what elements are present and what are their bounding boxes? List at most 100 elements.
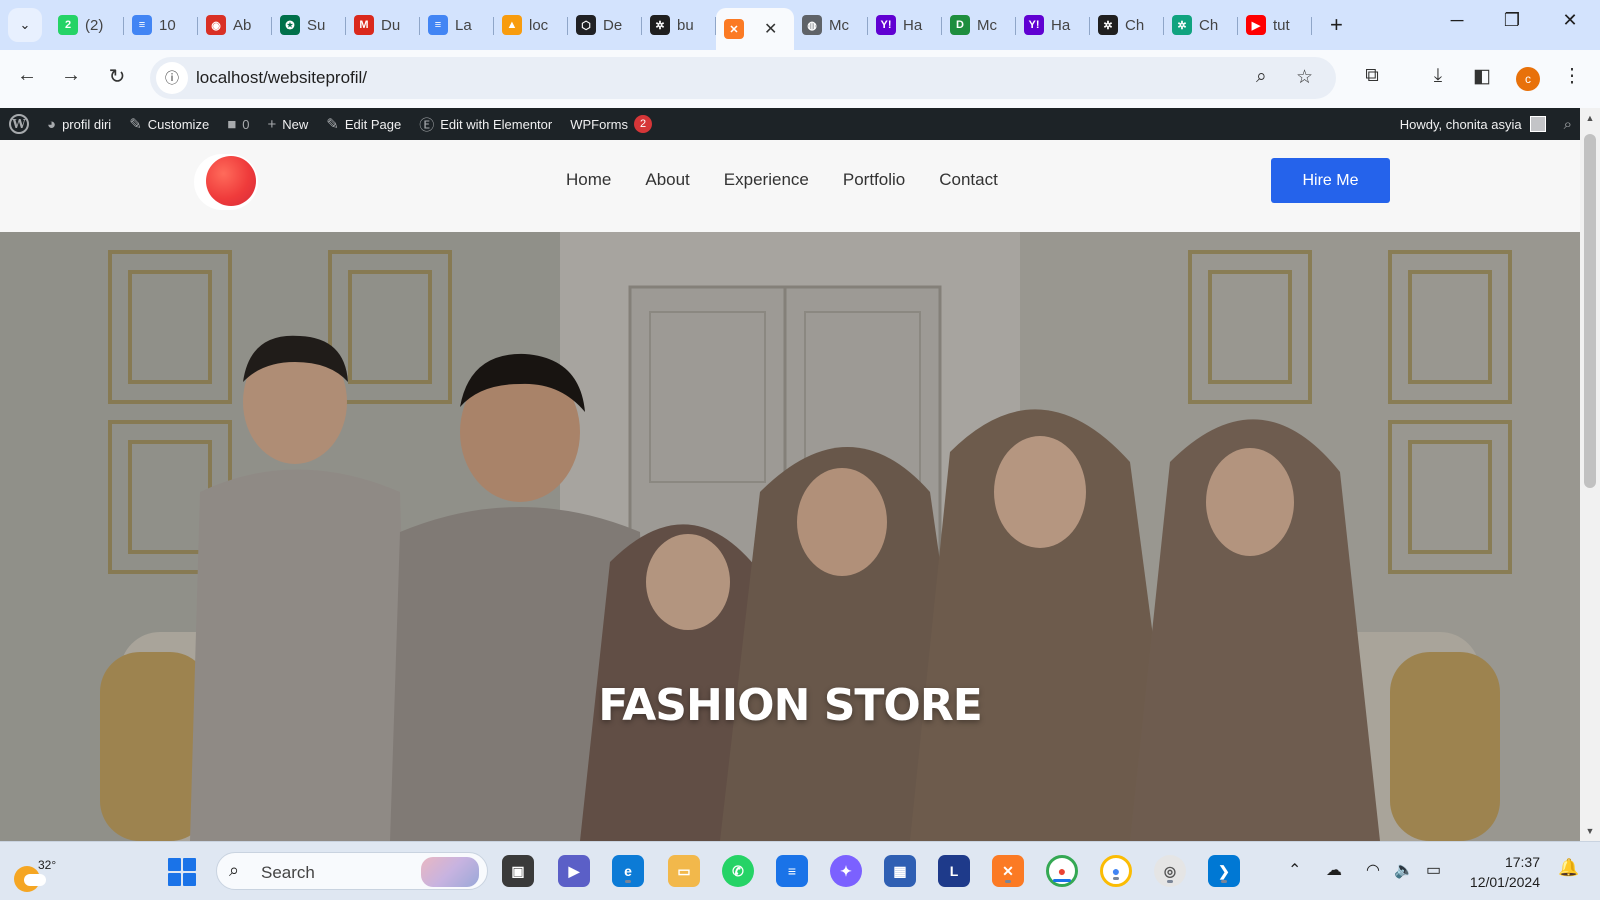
profile-avatar[interactable]: c — [1516, 67, 1540, 91]
url-text[interactable]: localhost/websiteprofil/ — [196, 68, 367, 88]
system-clock[interactable]: 17:37 12/01/2024 — [1462, 852, 1540, 892]
running-indicator — [1167, 880, 1173, 883]
task-view-icon[interactable]: ▣ — [502, 855, 534, 887]
browser-tab[interactable]: 2 (2) — [50, 8, 124, 42]
browser-tab[interactable]: ✲ Ch — [1090, 8, 1164, 42]
extensions-icon[interactable]: ⧉ — [1358, 65, 1386, 87]
side-panel-icon[interactable]: ◧ — [1468, 65, 1496, 88]
browser-tab[interactable]: ✲ Ch — [1164, 8, 1238, 42]
youtube-icon: ▶ — [1246, 15, 1266, 35]
file-explorer-icon[interactable]: ▭ — [668, 855, 700, 887]
search-icon[interactable]: ⌕ — [1564, 116, 1572, 133]
page-scrollbar[interactable]: ▲ ▼ — [1580, 108, 1600, 841]
browser-tab[interactable]: M Du — [346, 8, 420, 42]
restore-button[interactable]: ❐ — [1497, 10, 1527, 31]
onedrive-cloud-icon[interactable]: ☁ — [1326, 860, 1342, 880]
nav-home[interactable]: Home — [566, 170, 611, 190]
wordpress-icon: W — [9, 114, 29, 134]
browser-tab[interactable]: Y! Ha — [1016, 8, 1090, 42]
browser-tab[interactable]: ◉ Ab — [198, 8, 272, 42]
copilot-icon[interactable]: ✦ — [830, 855, 862, 887]
zoom-icon[interactable]: ⌕ — [1256, 66, 1267, 88]
new-tab-button[interactable]: + — [1330, 12, 1343, 38]
browser-tab[interactable]: ≡ La — [420, 8, 494, 42]
xampp-icon[interactable]: ✕ — [992, 855, 1024, 887]
site-info-icon[interactable]: ⓘ — [156, 62, 188, 94]
wifi-icon[interactable]: ◠ — [1366, 860, 1380, 880]
user-avatar[interactable] — [1529, 116, 1546, 132]
forward-button[interactable]: → — [56, 64, 86, 87]
browser-menu-icon[interactable]: ⋮ — [1558, 65, 1586, 88]
browser-tab-label: Ab — [233, 16, 252, 34]
browser-tab[interactable]: ▶ tut — [1238, 8, 1312, 42]
site-logo-link[interactable] — [194, 154, 258, 210]
scroll-up-arrow[interactable]: ▲ — [1580, 110, 1600, 126]
microsoft-store-icon[interactable]: ▦ — [884, 855, 916, 887]
windows-logo-tile — [183, 858, 196, 871]
weather-widget[interactable]: 32° — [12, 852, 56, 892]
pencil-icon: ✎ — [326, 116, 339, 133]
comments-link[interactable]: ■ 0 — [218, 108, 258, 140]
start-button[interactable] — [168, 858, 196, 886]
browser-tab[interactable]: ✕ ✕ — [716, 8, 794, 50]
reload-button[interactable]: ↻ — [102, 64, 132, 89]
edge-icon[interactable]: e — [612, 855, 644, 887]
close-window-button[interactable]: ✕ — [1555, 10, 1585, 31]
nav-about[interactable]: About — [645, 170, 689, 190]
browser-tab[interactable]: ⬡ De — [568, 8, 642, 42]
back-button[interactable]: ← — [12, 64, 42, 87]
active-indicator — [1053, 879, 1071, 882]
chrome-icon[interactable]: ● — [1046, 855, 1078, 887]
browser-tab-label: Ha — [1051, 16, 1071, 34]
browser-tab[interactable]: ◍ Mc — [794, 8, 868, 42]
chrome-profile-icon[interactable]: ● — [1100, 855, 1132, 887]
howdy-account-menu[interactable]: Howdy, chonita asyia — [1400, 117, 1522, 132]
download-icon[interactable]: ⤓ — [1424, 65, 1452, 87]
browser-tab[interactable]: ▲ loc — [494, 8, 568, 42]
minimize-button[interactable]: ─ — [1442, 10, 1472, 31]
taskbar-search-label: Search — [261, 863, 315, 882]
wpforms-menu[interactable]: WPForms 2 — [561, 108, 661, 140]
browser-tab-label: Mc — [829, 16, 849, 34]
edit-page-link[interactable]: ✎ Edit Page — [317, 108, 410, 140]
close-tab-icon[interactable]: ✕ — [764, 19, 777, 39]
l-app-icon[interactable]: L — [938, 855, 970, 887]
wp-logo-menu[interactable]: W — [0, 108, 38, 140]
taskbar-search[interactable]: ⌕ Search — [216, 852, 488, 890]
hire-me-button[interactable]: Hire Me — [1271, 158, 1390, 203]
notification-bell-icon[interactable]: 🔔 — [1558, 858, 1579, 878]
battery-icon[interactable]: ▭ — [1426, 860, 1441, 880]
new-content-menu[interactable]: + New — [258, 108, 317, 140]
browser-tab[interactable]: D Mc — [942, 8, 1016, 42]
browser-tab-strip: ⌄ 2 (2) ≡ 10 ◉ Ab ✪ Su M Du ≡ La ▲ loc ⬡ De ✲ bu ✕ ✕ ◍ Mc Y! Ha… — [0, 0, 1600, 50]
browser-tab[interactable]: ✲ bu — [642, 8, 716, 42]
browser-tab-label: Du — [381, 16, 401, 34]
show-hidden-icons-chevron-icon[interactable]: ⌃ — [1288, 860, 1301, 880]
vscode-icon[interactable]: ❯ — [1208, 855, 1240, 887]
bookmark-star-icon[interactable]: ☆ — [1296, 66, 1313, 89]
browser-tab-label: bu — [677, 16, 694, 34]
edit-with-elementor-link[interactable]: Ⓔ Edit with Elementor — [410, 108, 561, 140]
scroll-thumb[interactable] — [1584, 134, 1596, 488]
customize-link[interactable]: ✎ Customize — [120, 108, 218, 140]
address-bar[interactable]: ⓘ localhost/websiteprofil/ ⌕ ☆ — [150, 57, 1336, 99]
tab-search-button[interactable]: ⌄ — [8, 8, 42, 42]
hero-title: FASHION STORE — [598, 680, 983, 731]
obs-icon[interactable]: ◎ — [1154, 855, 1186, 887]
nav-portfolio[interactable]: Portfolio — [843, 170, 905, 190]
browser-tab-label: (2) — [85, 16, 104, 34]
browser-tab-label: loc — [529, 16, 549, 34]
scroll-down-arrow[interactable]: ▼ — [1580, 823, 1600, 839]
site-name-menu[interactable]: ◕ profil diri — [38, 108, 120, 140]
windows-logo-tile — [168, 873, 181, 886]
nav-experience[interactable]: Experience — [724, 170, 809, 190]
nav-contact[interactable]: Contact — [939, 170, 998, 190]
meet-icon[interactable]: ▶ — [558, 855, 590, 887]
volume-icon[interactable]: 🔈 — [1394, 860, 1414, 880]
browser-tab[interactable]: ≡ 10 — [124, 8, 198, 42]
whatsapp-icon[interactable]: ✆ — [722, 855, 754, 887]
browser-tab[interactable]: Y! Ha — [868, 8, 942, 42]
browser-tab-label: Mc — [977, 16, 997, 34]
notepad-icon[interactable]: ≡ — [776, 855, 808, 887]
browser-tab[interactable]: ✪ Su — [272, 8, 346, 42]
